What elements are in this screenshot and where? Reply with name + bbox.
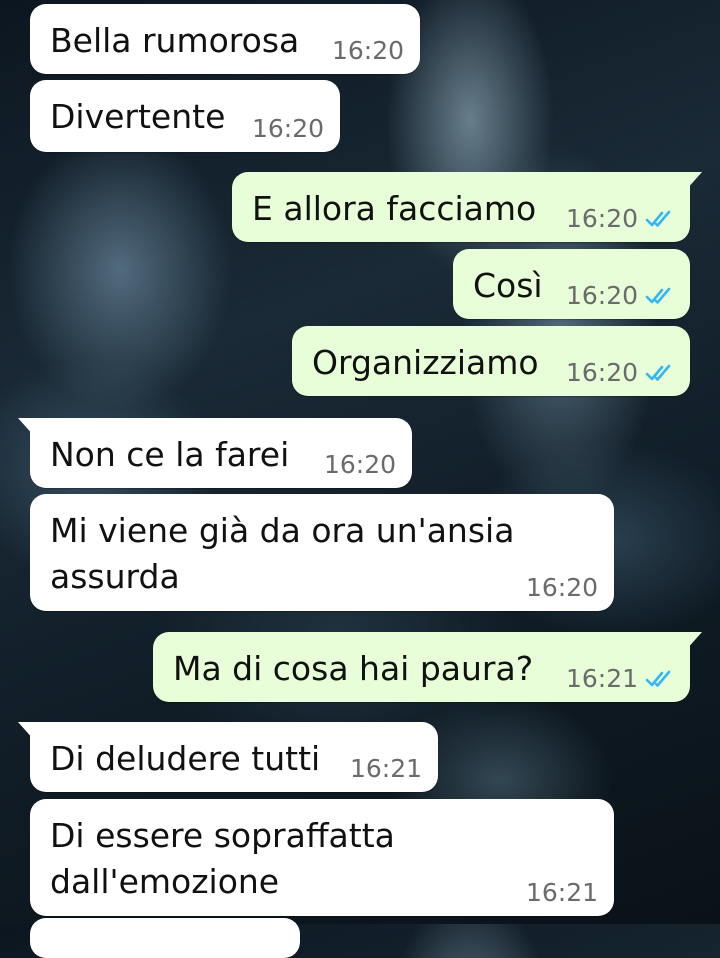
message-text: Ma di cosa hai paura? (173, 649, 534, 688)
bubble-tail (18, 722, 34, 740)
double-check-icon (645, 364, 671, 381)
message-time: 16:20 (331, 36, 404, 65)
message-text: Di essere sopraffatta dall'emozione (50, 816, 395, 901)
message-bubble-incoming[interactable]: Bella rumorosa 16:20 (30, 4, 420, 74)
message-bubble-incoming[interactable]: Mi viene già da ora un'ansia assurda 16:… (30, 494, 614, 611)
message-time: 16:21 (525, 878, 598, 907)
message-bubble-incoming[interactable]: Di deludere tutti 16:21 (18, 722, 438, 792)
bubble-tail (686, 172, 702, 190)
message-time: 16:21 (566, 664, 674, 694)
message-time: 16:21 (349, 754, 422, 783)
message-text: E allora facciamo (252, 189, 537, 228)
message-time: 16:20 (566, 358, 674, 388)
message-bubble-incoming-partial[interactable] (30, 918, 300, 958)
message-text: Bella rumorosa (50, 21, 300, 60)
message-bubble-outgoing[interactable]: Organizziamo 16:20 (292, 326, 690, 396)
bubble-tail (686, 632, 702, 650)
message-time: 16:20 (525, 573, 598, 602)
message-text: Mi viene già da ora un'ansia assurda (50, 511, 515, 596)
message-bubble-outgoing[interactable]: Ma di cosa hai paura? 16:21 (153, 632, 702, 702)
double-check-icon (645, 287, 671, 304)
double-check-icon (645, 670, 671, 687)
message-time: 16:20 (323, 450, 396, 479)
message-time: 16:20 (566, 281, 674, 311)
message-text: Così (473, 266, 543, 305)
message-text: Divertente (50, 97, 226, 136)
message-bubble-outgoing[interactable]: Così 16:20 (453, 249, 690, 319)
message-time: 16:20 (566, 204, 674, 234)
double-check-icon (645, 210, 671, 227)
chat-thread: Bella rumorosa 16:20 Divertente 16:20 E … (0, 0, 720, 958)
message-text: Non ce la farei (50, 435, 290, 474)
message-text: Organizziamo (312, 343, 539, 382)
message-bubble-incoming[interactable]: Divertente 16:20 (30, 80, 340, 152)
message-bubble-outgoing[interactable]: E allora facciamo 16:20 (232, 172, 702, 242)
message-bubble-incoming[interactable]: Di essere sopraffatta dall'emozione 16:2… (30, 799, 614, 916)
message-time: 16:20 (251, 114, 324, 143)
message-text: Di deludere tutti (50, 739, 321, 778)
message-bubble-incoming[interactable]: Non ce la farei 16:20 (18, 418, 412, 488)
bubble-tail (18, 418, 34, 436)
